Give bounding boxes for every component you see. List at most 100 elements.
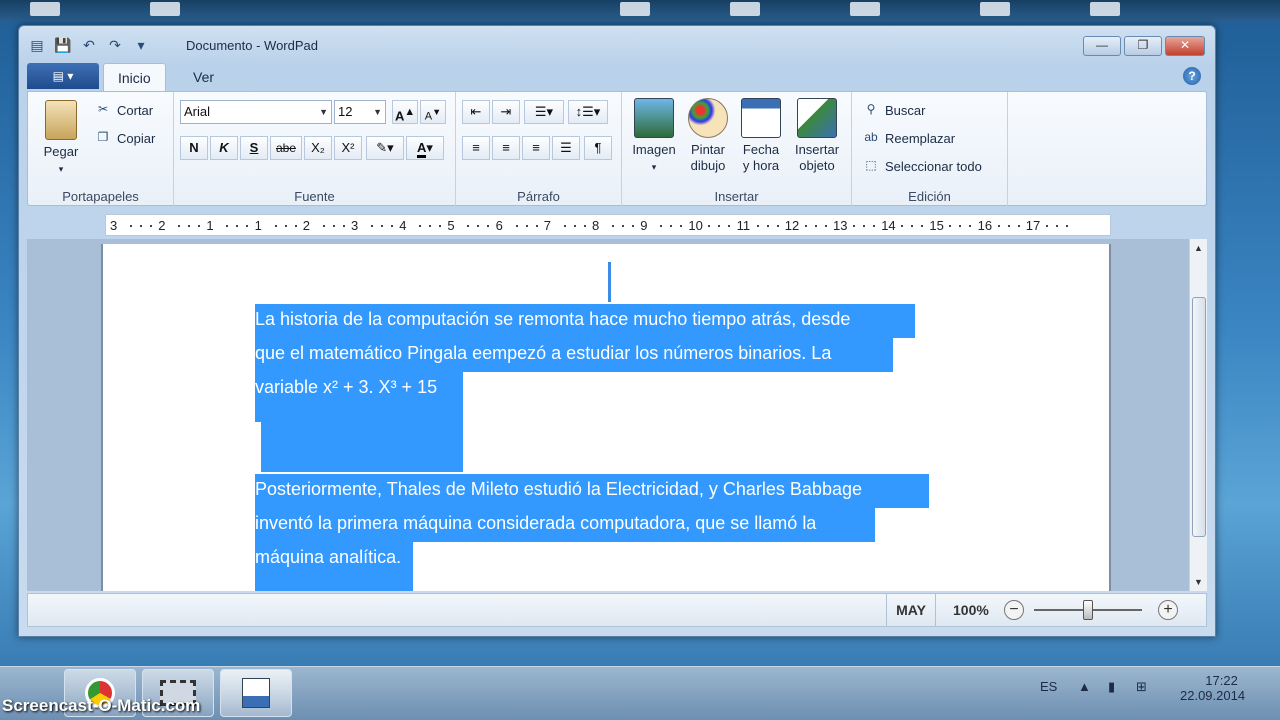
ruler-number: 17: [1025, 218, 1041, 233]
bold-button[interactable]: N: [180, 136, 208, 160]
shrink-font-button[interactable]: A▼: [420, 100, 446, 124]
paste-button[interactable]: Pegar ▾: [36, 100, 86, 177]
group-portapapeles: Pegar ▾ ✂ Cortar ❐ Copiar Portapapeles: [28, 92, 174, 206]
ruler-tick: [583, 225, 586, 227]
ruler[interactable]: 3 2 1 1 2 3 4 5 6 7 8 9 10 11 12 13 14 15 16 17: [105, 214, 1111, 236]
ruler-tick: [429, 225, 432, 227]
app-icon[interactable]: ▤: [27, 35, 47, 55]
indent-icon: ⇥: [500, 104, 512, 119]
font-size-select[interactable]: 12 ▼: [334, 100, 386, 124]
image-icon: [634, 98, 674, 138]
ruler-tick: [140, 225, 142, 227]
binoculars-icon: ⚲: [866, 102, 876, 116]
ruler-number: 1: [254, 218, 262, 233]
bullets-button[interactable]: ☰▾: [524, 100, 564, 124]
increase-indent-button[interactable]: ⇥: [492, 100, 520, 124]
zoom-out-button[interactable]: −: [1004, 600, 1024, 620]
help-icon[interactable]: ?: [1183, 67, 1201, 85]
grow-font-button[interactable]: A▲: [392, 100, 418, 124]
clock[interactable]: 17:22 22.09.2014: [1180, 673, 1245, 703]
calendar-icon: [741, 98, 781, 138]
document-area: La historia de la computación se remonta…: [27, 239, 1189, 591]
align-left-button[interactable]: ≡: [462, 136, 490, 160]
scroll-track[interactable]: ▲ ▼: [1189, 239, 1207, 591]
underline-button[interactable]: S: [240, 136, 268, 160]
date-time-button[interactable]: Fecha y hora: [734, 98, 788, 174]
ruler-tick: [274, 225, 277, 227]
paint-drawing-button[interactable]: Pintar dibujo: [682, 98, 734, 174]
maximize-button[interactable]: ❐: [1124, 36, 1162, 56]
copy-button[interactable]: ❐ Copiar: [94, 130, 156, 146]
ruler-number: 2: [158, 218, 166, 233]
clock-date: 22.09.2014: [1180, 688, 1246, 703]
paragraph-button[interactable]: ¶: [584, 136, 612, 160]
save-icon[interactable]: 💾: [53, 35, 73, 55]
group-insertar: Imagen ▾ Pintar dibujo Fecha y hora Inserta…: [622, 92, 852, 206]
minimize-button[interactable]: —: [1083, 36, 1121, 56]
ruler-tick: [284, 225, 287, 227]
font-family-select[interactable]: Arial ▼: [180, 100, 332, 124]
font-color-button[interactable]: A▾: [406, 136, 444, 160]
scroll-down-icon[interactable]: ▼: [1194, 577, 1203, 587]
image-button[interactable]: Imagen ▾: [628, 98, 680, 175]
find-button[interactable]: ⚲ Buscar: [862, 102, 926, 118]
undo-icon[interactable]: ↶: [79, 35, 99, 55]
ruler-tick: [198, 225, 201, 227]
battery-icon[interactable]: ▮: [1108, 679, 1115, 695]
ruler-tick: [178, 225, 181, 227]
tab-ver[interactable]: Ver: [179, 63, 228, 91]
tab-inicio[interactable]: Inicio: [103, 63, 166, 91]
document-page[interactable]: La historia de la computación se remonta…: [101, 244, 1111, 591]
scroll-thumb[interactable]: [1192, 297, 1206, 537]
ruler-tick: [294, 225, 297, 227]
zoom-slider-thumb[interactable]: [1083, 600, 1093, 620]
ruler-tick: [371, 225, 373, 227]
justify-button[interactable]: ☰: [552, 136, 580, 160]
taskbar-wordpad[interactable]: [220, 669, 292, 717]
vertical-scrollbar[interactable]: ▲ ▼: [1189, 239, 1207, 591]
decrease-indent-button[interactable]: ⇤: [462, 100, 490, 124]
line-spacing-button[interactable]: ↕☰▾: [568, 100, 608, 124]
group-fuente: Arial ▼ 12 ▼ A▲ A▼ N K S abe X₂ X² ✎▾ A▾ F…: [174, 92, 456, 206]
ribbon-tabs: ▤ ▾ Inicio Ver ?: [27, 61, 1207, 91]
subscript-button[interactable]: X₂: [304, 136, 332, 160]
network-icon[interactable]: ⊞: [1136, 679, 1147, 695]
replace-label: Reemplazar: [885, 130, 956, 146]
paint-label-1: Pintar: [691, 142, 725, 157]
app-menu-button[interactable]: ▤ ▾: [27, 63, 99, 89]
ruler-tick: [477, 225, 480, 227]
ruler-tick: [660, 225, 663, 227]
customize-qat-icon[interactable]: ▾: [131, 35, 151, 55]
language-indicator[interactable]: ES: [1040, 679, 1057, 694]
scroll-up-icon[interactable]: ▲: [1194, 243, 1203, 253]
paragraph-icon: ¶: [594, 140, 602, 155]
close-button[interactable]: ✕: [1165, 36, 1205, 56]
ruler-tick: [670, 225, 673, 227]
align-center-button[interactable]: ≡: [492, 136, 520, 160]
ruler-tick: [563, 225, 566, 227]
ruler-tick: [342, 225, 345, 227]
ruler-tick: [535, 225, 538, 227]
align-right-button[interactable]: ≡: [522, 136, 550, 160]
italic-button[interactable]: K: [210, 136, 238, 160]
ruler-tick: [632, 225, 634, 227]
highlight-color-button[interactable]: ✎▾: [366, 136, 404, 160]
document-line: inventó la primera máquina considerada c…: [255, 513, 817, 533]
select-all-button[interactable]: ⬚ Seleccionar todo: [862, 158, 982, 174]
ruler-tick: [419, 225, 422, 227]
zoom-in-button[interactable]: +: [1158, 600, 1178, 620]
cut-button[interactable]: ✂ Cortar: [94, 102, 153, 118]
replace-button[interactable]: ab Reemplazar: [862, 130, 955, 146]
insert-object-button[interactable]: Insertar objeto: [788, 98, 846, 174]
redo-icon[interactable]: ↷: [105, 35, 125, 55]
ruler-number: 7: [543, 218, 552, 233]
ruler-tick: [1007, 225, 1010, 227]
line-spacing-icon: ↕☰▾: [575, 104, 601, 119]
font-size-value: 12: [338, 104, 353, 119]
show-hidden-icons[interactable]: ▲: [1078, 679, 1091, 694]
strikethrough-button[interactable]: abe: [270, 136, 302, 160]
document-line: Posteriormente, Thales de Mileto estudió…: [255, 479, 862, 499]
font-family-value: Arial: [184, 104, 211, 119]
superscript-button[interactable]: X²: [334, 136, 362, 160]
title-bar: ▤ 💾 ↶ ↷ ▾ Documento - WordPad — ❐ ✕: [19, 26, 1215, 62]
